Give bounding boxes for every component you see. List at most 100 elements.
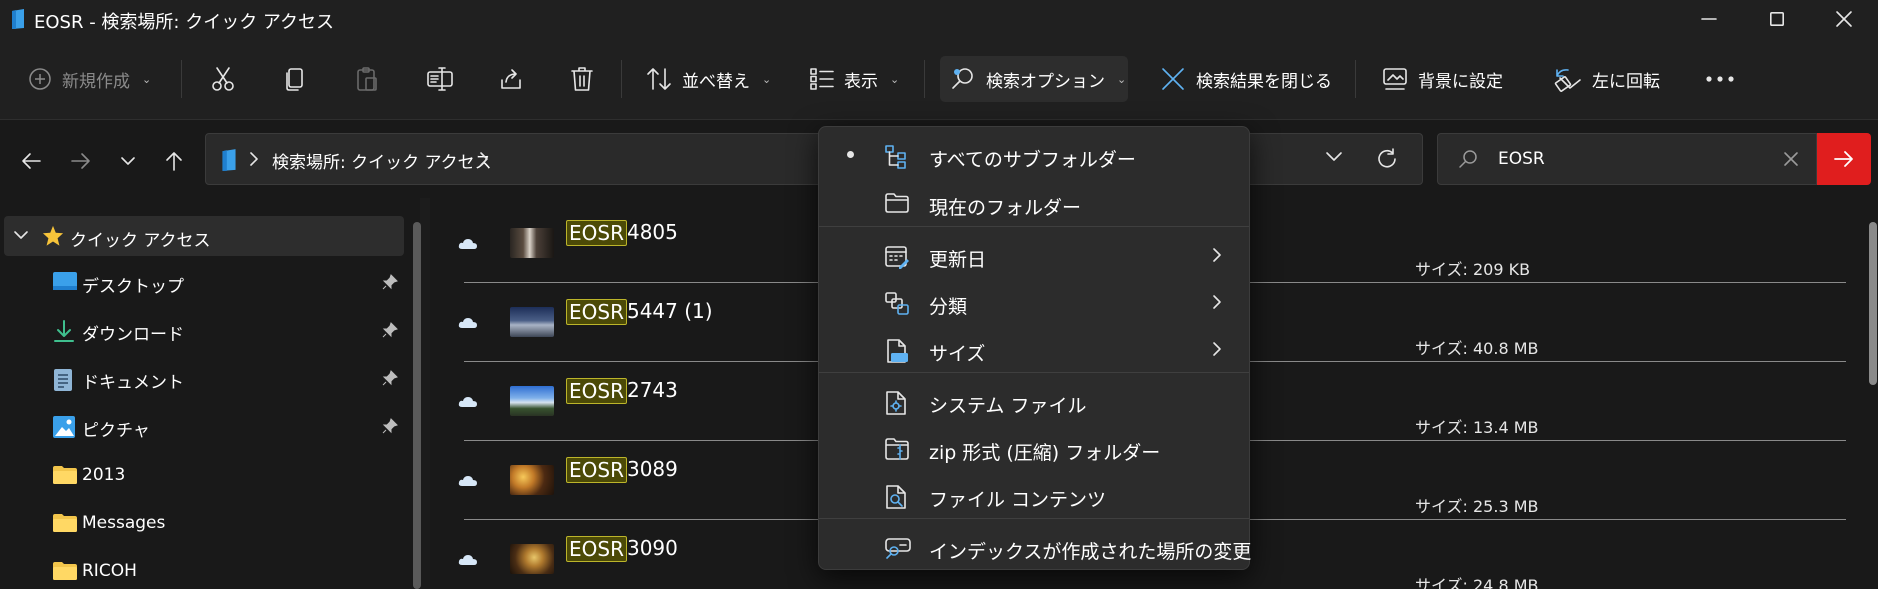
file-size: サイズ: 40.8 MB <box>1415 339 1539 358</box>
search-box[interactable]: EOSR <box>1437 133 1817 185</box>
chevron-down-icon[interactable] <box>14 231 28 240</box>
nav-item-downloads[interactable]: ダウンロード <box>0 310 410 350</box>
search-input[interactable]: EOSR <box>1498 149 1545 169</box>
nav-label-downloads: ダウンロード <box>82 325 184 345</box>
pin-icon[interactable] <box>382 418 398 434</box>
breadcrumb-chevron-icon[interactable] <box>250 152 258 166</box>
address-path[interactable]: 検索場所: クイック アクセス <box>272 148 492 173</box>
navigation-pane: クイック アクセス デスクトップ ダウンロード ドキュメント ピクチャ 2013… <box>0 198 420 589</box>
new-button[interactable]: 新規作成 ⌄ <box>18 56 161 102</box>
set-background-button[interactable]: 背景に設定 <box>1372 56 1513 102</box>
nav-item-folder-ricoh[interactable]: RICOH <box>0 551 410 589</box>
clear-search-icon[interactable] <box>1783 151 1799 167</box>
trash-icon <box>570 66 594 92</box>
delete-button[interactable] <box>560 56 604 102</box>
nav-item-folder-messages[interactable]: Messages <box>0 503 410 543</box>
file-name-rest: 2743 <box>626 378 678 402</box>
index-icon <box>885 537 911 559</box>
view-button[interactable]: 表示 ⌄ <box>800 56 909 102</box>
menu-item-kind[interactable]: 分類 <box>823 280 1247 326</box>
copy-icon <box>282 66 308 92</box>
search-go-button[interactable] <box>1817 133 1871 185</box>
menu-item-system-files[interactable]: システム ファイル <box>823 379 1247 425</box>
menu-item-label: 現在のフォルダー <box>929 197 1082 219</box>
nav-item-quick-access[interactable]: クイック アクセス <box>4 216 404 256</box>
nav-label-desktop: デスクトップ <box>82 277 184 297</box>
cut-button[interactable] <box>200 56 246 102</box>
pin-icon[interactable] <box>382 370 398 386</box>
pin-icon[interactable] <box>382 322 398 338</box>
thumbnail-image <box>510 228 554 258</box>
menu-item-label: サイズ <box>929 343 986 365</box>
close-x-icon <box>1160 66 1186 92</box>
menu-item-current-folder[interactable]: 現在のフォルダー <box>823 181 1247 227</box>
nav-scrollbar[interactable] <box>413 222 421 589</box>
clipboard-icon <box>354 66 380 92</box>
content-scrollbar[interactable] <box>1869 222 1877 385</box>
file-name: EOSR 3089 <box>566 457 678 483</box>
search-options-button[interactable]: 検索オプション ⌄ <box>940 56 1128 102</box>
menu-item-all-subfolders[interactable]: すべてのサブフォルダー <box>823 133 1247 179</box>
more-options-button[interactable] <box>1696 56 1744 102</box>
rename-icon <box>426 66 454 92</box>
nav-item-folder-2013[interactable]: 2013 <box>0 455 410 495</box>
paste-button[interactable] <box>344 56 390 102</box>
menu-item-label: ファイル コンテンツ <box>929 489 1107 511</box>
menu-item-zip-folders[interactable]: zip 形式 (圧縮) フォルダー <box>823 426 1247 472</box>
menu-item-change-indexed-locations[interactable]: インデックスが作成された場所の変更 <box>823 525 1251 571</box>
cloud-icon <box>458 317 478 329</box>
menu-item-size[interactable]: サイズ <box>823 327 1247 373</box>
menu-item-file-contents[interactable]: ファイル コンテンツ <box>823 473 1247 519</box>
sort-button[interactable]: 並べ替え ⌄ <box>636 56 781 102</box>
rename-button[interactable] <box>416 56 464 102</box>
close-search-button[interactable]: 検索結果を閉じる <box>1150 56 1342 102</box>
chevron-down-icon: ⌄ <box>142 72 152 86</box>
view-list-icon <box>810 68 834 90</box>
document-icon <box>53 368 73 392</box>
folder-outline-icon <box>885 193 909 213</box>
search-options-icon <box>950 66 976 92</box>
location-icon <box>220 148 238 172</box>
back-button[interactable] <box>16 146 46 176</box>
toolbar-divider <box>181 60 182 98</box>
set-background-icon <box>1382 67 1408 91</box>
nav-item-desktop[interactable]: デスクトップ <box>0 262 410 302</box>
recent-locations-button[interactable] <box>113 146 143 176</box>
minimize-button[interactable] <box>1675 0 1743 38</box>
nav-label-pictures: ピクチャ <box>82 421 150 441</box>
up-button[interactable] <box>159 146 189 176</box>
refresh-icon[interactable] <box>1376 148 1398 170</box>
menu-item-date-modified[interactable]: 更新日 <box>823 233 1247 279</box>
chevron-down-icon: ⌄ <box>762 72 772 86</box>
folder-icon <box>53 465 77 485</box>
window-title: EOSR - 検索場所: クイック アクセス <box>34 12 335 33</box>
maximize-button[interactable] <box>1743 0 1811 38</box>
toolbar-divider <box>621 60 622 98</box>
close-window-button[interactable] <box>1810 0 1878 38</box>
share-button[interactable] <box>488 56 534 102</box>
search-match-highlight: EOSR <box>566 378 627 404</box>
sort-button-label: 並べ替え <box>682 71 750 92</box>
chevron-down-icon: ⌄ <box>1117 72 1127 86</box>
toolbar-divider <box>1355 60 1356 98</box>
address-dropdown-icon[interactable] <box>1326 152 1342 162</box>
file-name: EOSR 3090 <box>566 536 678 562</box>
pin-icon[interactable] <box>382 274 398 290</box>
menu-item-label: すべてのサブフォルダー <box>929 149 1136 171</box>
menu-item-label: 分類 <box>929 296 968 318</box>
nav-item-pictures[interactable]: ピクチャ <box>0 406 410 446</box>
search-match-highlight: EOSR <box>566 536 627 562</box>
file-name-rest: 4805 <box>626 220 678 244</box>
menu-separator <box>819 372 1249 373</box>
nav-label-ricoh: RICOH <box>82 561 137 581</box>
nav-item-documents[interactable]: ドキュメント <box>0 358 410 398</box>
forward-button[interactable] <box>66 146 96 176</box>
toolbar-divider <box>924 60 925 98</box>
copy-button[interactable] <box>272 56 318 102</box>
rotate-left-button[interactable]: 左に回転 <box>1544 56 1670 102</box>
rotate-left-label: 左に回転 <box>1592 71 1660 92</box>
star-icon <box>42 225 64 247</box>
search-match-highlight: EOSR <box>566 299 627 325</box>
breadcrumb-chevron-icon[interactable] <box>480 152 488 166</box>
zip-folder-icon <box>885 438 909 460</box>
